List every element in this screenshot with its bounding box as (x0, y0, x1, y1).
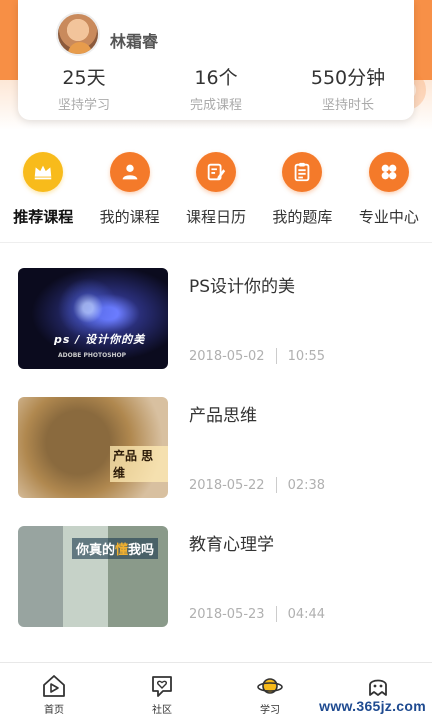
course-date: 2018-05-22 (189, 477, 265, 493)
stat-study-duration: 550分钟 坚持时长 (282, 66, 414, 113)
course-meta: 2018-05-22 02:38 (189, 477, 325, 493)
tab-home[interactable]: 首页 (0, 663, 108, 720)
course-title: 产品思维 (189, 406, 257, 426)
course-item[interactable]: 你真的懂我吗 教育心理学 2018-05-23 04:44 (0, 526, 432, 655)
course-date: 2018-05-23 (189, 606, 265, 622)
document-icon (282, 152, 323, 192)
meta-separator (275, 477, 277, 493)
stat-study-days: 25天 坚持学习 (18, 66, 150, 113)
planet-icon (257, 678, 283, 694)
course-thumbnail: 产品 思维 (18, 397, 168, 498)
category-calendar[interactable]: 课程日历 (173, 152, 259, 242)
thumbnail-subcaption: ADOBE PHOTOSHOP (58, 352, 127, 359)
tab-label: 学习 (260, 705, 280, 716)
category-question-bank[interactable]: 我的题库 (259, 152, 345, 242)
course-title: PS设计你的美 (189, 277, 296, 297)
category-professional-center[interactable]: 专业中心 (346, 152, 432, 242)
category-my-courses[interactable]: 我的课程 (86, 152, 172, 242)
course-date: 2018-05-02 (189, 348, 265, 364)
caption-part: 我吗 (128, 543, 155, 558)
category-label: 课程日历 (186, 208, 247, 226)
course-item[interactable]: 产品 思维 产品思维 2018-05-22 02:38 (0, 397, 432, 526)
home-play-icon (43, 675, 65, 697)
avatar[interactable] (56, 12, 100, 56)
category-label: 我的课程 (99, 208, 160, 226)
tab-study[interactable]: 学习 (216, 663, 324, 720)
app-screen: 林霜睿 25天 坚持学习 16个 完成课程 550分钟 坚持时长 推荐课程 我的… (0, 0, 432, 720)
category-recommended[interactable]: 推荐课程 (0, 152, 86, 242)
watermark: www.365jz.com (319, 698, 426, 714)
course-thumbnail: ps / 设计你的美 ADOBE PHOTOSHOP (18, 268, 168, 369)
stat-label: 坚持时长 (321, 98, 374, 113)
course-item[interactable]: ps / 设计你的美 ADOBE PHOTOSHOP PS设计你的美 2018-… (0, 268, 432, 397)
course-meta: 2018-05-02 10:55 (189, 348, 325, 364)
profile-card: 林霜睿 25天 坚持学习 16个 完成课程 550分钟 坚持时长 (18, 0, 414, 120)
stat-value: 16个 (194, 67, 238, 89)
meta-separator (275, 348, 277, 364)
course-duration: 10:55 (287, 348, 326, 364)
stat-value: 550分钟 (310, 67, 386, 89)
stat-value: 25天 (62, 67, 106, 89)
username: 林霜睿 (110, 32, 159, 51)
stat-label: 完成课程 (189, 98, 242, 113)
user-icon (109, 152, 150, 192)
divider (0, 242, 432, 243)
course-list: ps / 设计你的美 ADOBE PHOTOSHOP PS设计你的美 2018-… (0, 268, 432, 655)
caption-part: 你真的 (76, 543, 116, 558)
course-duration: 04:44 (287, 606, 326, 622)
tab-label: 社区 (152, 705, 172, 716)
grid-icon (368, 152, 409, 192)
course-meta: 2018-05-23 04:44 (189, 606, 325, 622)
category-label: 专业中心 (358, 208, 419, 226)
tab-community[interactable]: 社区 (108, 663, 216, 720)
tab-label: 首页 (44, 705, 64, 716)
caption-highlight: 懂 (115, 543, 129, 558)
category-label: 推荐课程 (13, 208, 74, 226)
ghost-icon (369, 679, 387, 696)
thumbnail-caption: 产品 思维 (110, 446, 168, 482)
category-label: 我的题库 (272, 208, 333, 226)
thumbnail-caption: 你真的懂我吗 (72, 538, 159, 559)
thumbnail-caption: ps / 设计你的美 (54, 333, 146, 346)
course-title: 教育心理学 (189, 535, 274, 555)
heart-chat-icon (152, 676, 172, 697)
crown-icon (23, 152, 64, 192)
stat-completed-courses: 16个 完成课程 (150, 66, 282, 113)
stat-label: 坚持学习 (57, 98, 110, 113)
course-duration: 02:38 (287, 477, 326, 493)
category-nav: 推荐课程 我的课程 课程日历 我的题库 专业中心 (0, 152, 432, 242)
meta-separator (275, 606, 277, 622)
stats-row: 25天 坚持学习 16个 完成课程 550分钟 坚持时长 (18, 66, 414, 113)
edit-icon (196, 152, 237, 192)
course-thumbnail: 你真的懂我吗 (18, 526, 168, 627)
